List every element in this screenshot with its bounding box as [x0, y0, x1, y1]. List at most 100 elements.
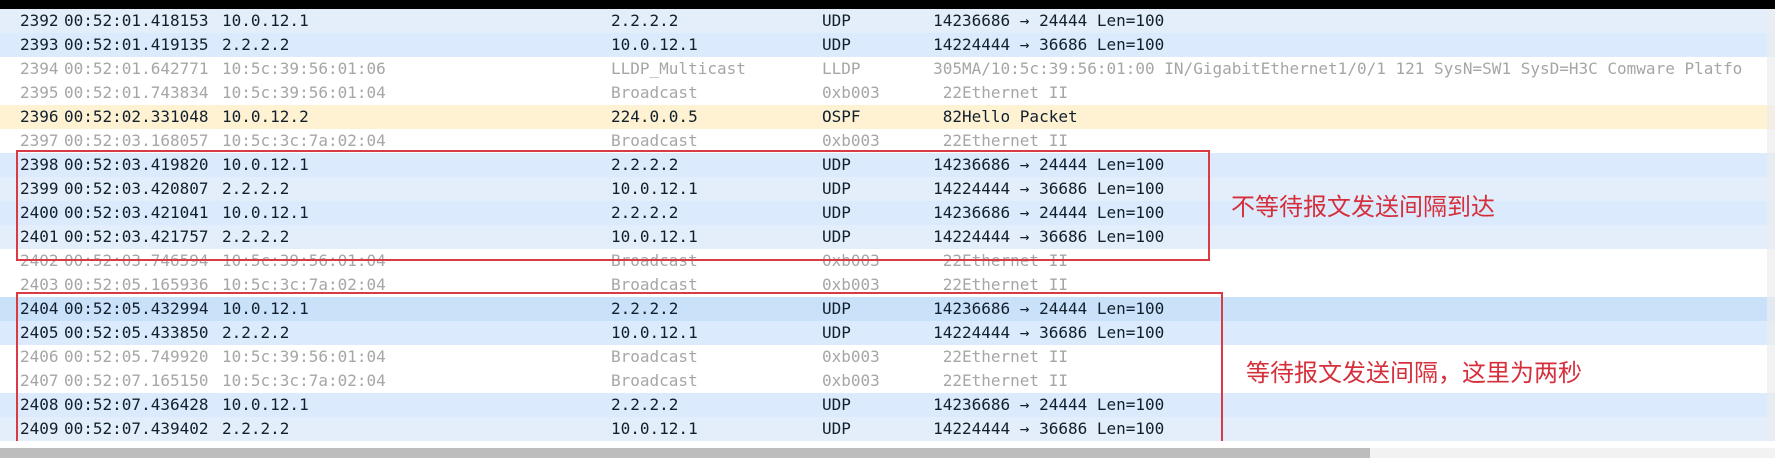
packet-length: 142	[933, 203, 962, 222]
packet-length: 22	[942, 275, 962, 294]
packet-length: 22	[942, 347, 962, 366]
packet-info: 36686 → 24444 Len=100	[962, 395, 1165, 414]
packet-time: 00:52:03.421757	[64, 227, 209, 246]
table-row[interactable]: 2402 00:52:03.746594 10:5c:39:56:01:04 B…	[0, 249, 1775, 273]
table-row[interactable]: 2401 00:52:03.421757 2.2.2.2 10.0.12.1 U…	[0, 225, 1775, 249]
packet-time: 00:52:01.418153	[64, 11, 209, 30]
table-row[interactable]: 2395 00:52:01.743834 10:5c:39:56:01:04 B…	[0, 81, 1775, 105]
packet-destination: 10.0.12.1	[611, 227, 698, 246]
table-row[interactable]: 2403 00:52:05.165936 10:5c:3c:7a:02:04 B…	[0, 273, 1775, 297]
table-row[interactable]: 2392 00:52:01.418153 10.0.12.1 2.2.2.2 U…	[0, 9, 1775, 33]
packet-source: 10.0.12.1	[222, 203, 309, 222]
packet-info: Hello Packet	[962, 107, 1078, 126]
table-row[interactable]: 2409 00:52:07.439402 2.2.2.2 10.0.12.1 U…	[0, 417, 1775, 441]
packet-time: 00:52:01.419135	[64, 35, 209, 54]
packet-destination: 10.0.12.1	[611, 419, 698, 438]
packet-capture-screen: 2392 00:52:01.418153 10.0.12.1 2.2.2.2 U…	[0, 0, 1775, 471]
packet-protocol: UDP	[822, 419, 851, 438]
table-row[interactable]: 2404 00:52:05.432994 10.0.12.1 2.2.2.2 U…	[0, 297, 1775, 321]
packet-time: 00:52:05.432994	[64, 299, 209, 318]
packet-time: 00:52:03.168057	[64, 131, 209, 150]
table-row[interactable]: 2405 00:52:05.433850 2.2.2.2 10.0.12.1 U…	[0, 321, 1775, 345]
table-row[interactable]: 2393 00:52:01.419135 2.2.2.2 10.0.12.1 U…	[0, 33, 1775, 57]
table-row[interactable]: 2400 00:52:03.421041 10.0.12.1 2.2.2.2 U…	[0, 201, 1775, 225]
packet-time: 00:52:01.743834	[64, 83, 209, 102]
packet-destination: Broadcast	[611, 347, 698, 366]
packet-number: 2401	[20, 227, 59, 246]
annotation-wait-interval: 等待报文发送间隔，这里为两秒	[1246, 359, 1582, 387]
packet-source: 10.0.12.1	[222, 395, 309, 414]
packet-protocol: UDP	[822, 155, 851, 174]
table-row[interactable]: 2398 00:52:03.419820 10.0.12.1 2.2.2.2 U…	[0, 153, 1775, 177]
packet-length: 22	[942, 131, 962, 150]
packet-protocol: UDP	[822, 11, 851, 30]
packet-time: 00:52:07.439402	[64, 419, 209, 438]
packet-protocol: 0xb003	[822, 131, 880, 150]
packet-number: 2397	[20, 131, 59, 150]
packet-source: 2.2.2.2	[222, 35, 290, 54]
packet-length: 142	[933, 155, 962, 174]
packet-info: Ethernet II	[962, 275, 1068, 294]
packet-length: 22	[942, 371, 962, 390]
packet-destination: LLDP_Multicast	[611, 59, 746, 78]
table-row[interactable]: 2396 00:52:02.331048 10.0.12.2 224.0.0.5…	[0, 105, 1775, 129]
packet-protocol: UDP	[822, 227, 851, 246]
table-row[interactable]: 2397 00:52:03.168057 10:5c:3c:7a:02:04 B…	[0, 129, 1775, 153]
packet-destination: Broadcast	[611, 371, 698, 390]
packet-protocol: UDP	[822, 395, 851, 414]
packet-number: 2404	[20, 299, 59, 318]
packet-info: Ethernet II	[962, 251, 1068, 270]
packet-number: 2399	[20, 179, 59, 198]
packet-info: 36686 → 24444 Len=100	[962, 155, 1165, 174]
packet-source: 10:5c:39:56:01:06	[222, 59, 386, 78]
packet-protocol: 0xb003	[822, 251, 880, 270]
packet-number: 2396	[20, 107, 59, 126]
packet-time: 00:52:01.642771	[64, 59, 209, 78]
packet-number: 2392	[20, 11, 59, 30]
packet-destination: 2.2.2.2	[611, 203, 679, 222]
horizontal-scroll-thumb[interactable]	[0, 448, 1370, 458]
packet-time: 00:52:07.436428	[64, 395, 209, 414]
packet-protocol: 0xb003	[822, 347, 880, 366]
packet-source: 2.2.2.2	[222, 179, 290, 198]
packet-info: 24444 → 36686 Len=100	[962, 419, 1165, 438]
packet-destination: 2.2.2.2	[611, 395, 679, 414]
packet-destination: 224.0.0.5	[611, 107, 698, 126]
packet-info: Ethernet II	[962, 83, 1068, 102]
packet-time: 00:52:03.421041	[64, 203, 209, 222]
packet-time: 00:52:05.433850	[64, 323, 209, 342]
packet-info: MA/10:5c:39:56:01:00 IN/GigabitEthernet1…	[962, 59, 1743, 78]
packet-length: 142	[933, 299, 962, 318]
packet-info: 24444 → 36686 Len=100	[962, 227, 1165, 246]
packet-source: 10:5c:3c:7a:02:04	[222, 275, 386, 294]
vertical-scroll-edge[interactable]	[1767, 9, 1775, 441]
packet-destination: Broadcast	[611, 131, 698, 150]
packet-source: 10.0.12.2	[222, 107, 309, 126]
packet-destination: 10.0.12.1	[611, 35, 698, 54]
packet-number: 2398	[20, 155, 59, 174]
packet-time: 00:52:03.420807	[64, 179, 209, 198]
packet-source: 10.0.12.1	[222, 299, 309, 318]
table-row[interactable]: 2394 00:52:01.642771 10:5c:39:56:01:06 L…	[0, 57, 1775, 81]
packet-info: 24444 → 36686 Len=100	[962, 35, 1165, 54]
packet-length: 82	[942, 107, 962, 126]
packet-protocol: UDP	[822, 323, 851, 342]
packet-info: 36686 → 24444 Len=100	[962, 299, 1165, 318]
packet-source: 10.0.12.1	[222, 11, 309, 30]
packet-source: 10:5c:3c:7a:02:04	[222, 131, 386, 150]
packet-protocol: LLDP	[822, 59, 861, 78]
packet-protocol: 0xb003	[822, 83, 880, 102]
packet-protocol: UDP	[822, 35, 851, 54]
packet-time: 00:52:05.749920	[64, 347, 209, 366]
packet-time: 00:52:03.419820	[64, 155, 209, 174]
table-row[interactable]: 2399 00:52:03.420807 2.2.2.2 10.0.12.1 U…	[0, 177, 1775, 201]
table-row[interactable]: 2408 00:52:07.436428 10.0.12.1 2.2.2.2 U…	[0, 393, 1775, 417]
packet-source: 10:5c:39:56:01:04	[222, 251, 386, 270]
packet-destination: 2.2.2.2	[611, 299, 679, 318]
packet-info: Ethernet II	[962, 131, 1068, 150]
packet-destination: Broadcast	[611, 251, 698, 270]
packet-time: 00:52:02.331048	[64, 107, 209, 126]
packet-length: 142	[933, 11, 962, 30]
packet-destination: 2.2.2.2	[611, 155, 679, 174]
packet-source: 10.0.12.1	[222, 155, 309, 174]
